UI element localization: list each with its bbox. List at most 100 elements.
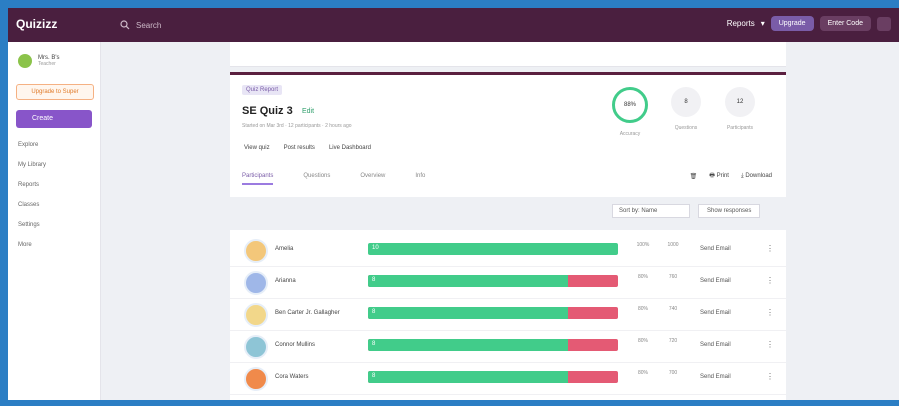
top-bar-actions: Reports ▾ Upgrade Enter Code [727,16,891,31]
score-cell: 720 [668,338,678,344]
avatar [244,367,268,391]
search-icon [120,20,130,30]
questions-icon: 8 [671,87,701,117]
send-email-button[interactable]: Send Email [700,246,731,252]
profile[interactable]: Mrs. B's Teacher [18,54,59,68]
send-email-button[interactable]: Send Email [700,374,731,380]
questions-value: 8 [684,99,688,105]
table-row[interactable]: Amelia 10 100% 1000 Send Email ⋮ [230,234,786,267]
sidebar-item-library[interactable]: My Library [18,162,46,168]
live-dashboard-link[interactable]: Live Dashboard [329,145,371,151]
participant-name[interactable]: Cora Waters [275,374,308,380]
download-button[interactable]: ⤓ Download [741,173,772,180]
table-row[interactable]: Cora Waters 8 80% 700 Send Email ⋮ [230,362,786,395]
accuracy-cell: 80% [637,274,648,280]
stat-accuracy: 88% Accuracy [602,87,658,137]
accuracy-label: Accuracy [619,131,641,137]
search-placeholder: Search [136,20,162,30]
score-bar: 8 [368,371,618,383]
avatar [244,335,268,359]
score-bar: 8 [368,339,618,351]
score-bar-fill [368,307,568,319]
table-row[interactable]: Arianna 8 80% 760 Send Email ⋮ [230,266,786,299]
sidebar: Mrs. B's Teacher Upgrade to Super Create… [8,42,101,400]
view-quiz-link[interactable]: View quiz [244,145,270,151]
more-icon[interactable]: ⋮ [766,372,774,381]
chevron-down-icon[interactable]: ▾ [761,19,765,28]
reports-link[interactable]: Reports [727,19,755,28]
accuracy-cell: 80% [637,306,648,312]
more-icon[interactable]: ⋮ [766,308,774,317]
app-logo[interactable]: Quizizz [16,17,57,31]
correct-count: 8 [372,373,376,379]
sort-select[interactable]: Sort by: Name [612,204,690,218]
report-tabs: Participants Questions Overview Info [242,173,425,185]
tab-overview[interactable]: Overview [360,173,385,185]
avatar [244,271,268,295]
participants-value: 12 [736,99,744,105]
participant-name[interactable]: Amelia [275,246,293,252]
tab-info[interactable]: Info [415,173,425,185]
score-bar-fill [368,339,568,351]
table-row[interactable]: Connor Mullins 8 80% 720 Send Email ⋮ [230,330,786,363]
participant-list: Amelia 10 100% 1000 Send Email ⋮ Arianna… [230,230,786,400]
more-icon[interactable]: ⋮ [766,340,774,349]
sidebar-item-settings[interactable]: Settings [18,222,40,228]
sidebar-item-reports[interactable]: Reports [18,182,39,188]
score-bar: 8 [368,307,618,319]
report-tools: 🗑 🖶 Print ⤓ Download [690,171,772,181]
correct-count: 8 [372,309,376,315]
profile-role: Teacher [38,61,56,67]
print-label: Print [716,173,729,179]
score-cell: 1000 [667,242,679,248]
stat-questions: 8 Questions [658,87,714,131]
participant-name[interactable]: Arianna [275,278,296,284]
tab-questions[interactable]: Questions [303,173,330,185]
more-icon[interactable]: ⋮ [766,276,774,285]
score-cell: 700 [668,370,678,376]
tab-participants[interactable]: Participants [242,173,274,185]
sidebar-item-classes[interactable]: Classes [18,202,39,208]
send-email-button[interactable]: Send Email [700,342,731,348]
participant-name[interactable]: Ben Carter Jr. Gallagher [275,310,340,316]
participants-icon: 12 [725,87,755,117]
sidebar-item-more[interactable]: More [18,242,32,248]
app-frame: Quizizz Search Reports ▾ Upgrade Enter C… [8,8,899,400]
post-results-link[interactable]: Post results [284,145,315,151]
table-row[interactable]: Ben Carter Jr. Gallagher 8 80% 740 Send … [230,298,786,331]
accuracy-ring: 88% [612,87,648,123]
accuracy-cell: 80% [637,370,648,376]
stat-participants: 12 Participants [712,87,768,131]
participants-label: Participants [726,125,754,131]
show-responses-button[interactable]: Show responses [698,204,761,218]
download-label: Download [745,172,772,179]
trash-icon[interactable]: 🗑 [690,173,698,180]
correct-count: 8 [372,277,376,283]
sidebar-item-explore[interactable]: Explore [18,142,38,148]
sidebar-upgrade-button[interactable]: Upgrade to Super [16,84,94,100]
report-card: Quiz Report SE Quiz 3 Edit Started on Ma… [230,72,786,197]
questions-label: Questions [674,125,698,131]
menu-icon[interactable] [877,16,891,31]
score-bar-fill [368,243,618,255]
search-bar[interactable]: Search [120,16,540,34]
upgrade-button[interactable]: Upgrade [770,16,814,31]
print-button[interactable]: 🖶 Print [709,171,729,181]
send-email-button[interactable]: Send Email [700,278,731,284]
enter-code-button[interactable]: Enter Code [819,16,871,31]
report-meta: Started on Mar 3rd · 12 participants · 2… [242,123,352,129]
edit-link[interactable]: Edit [302,108,314,115]
score-bar-fill [368,275,568,287]
avatar [244,303,268,327]
avatar [244,239,268,263]
avatar [18,54,32,68]
score-cell: 740 [668,306,678,312]
correct-count: 10 [372,245,379,251]
score-bar: 10 [368,243,618,255]
participant-name[interactable]: Connor Mullins [275,342,315,348]
more-icon[interactable]: ⋮ [766,244,774,253]
send-email-button[interactable]: Send Email [700,310,731,316]
accuracy-value: 88% [623,102,636,108]
top-bar: Quizizz Search Reports ▾ Upgrade Enter C… [8,8,899,42]
create-button[interactable]: Create [16,110,92,128]
